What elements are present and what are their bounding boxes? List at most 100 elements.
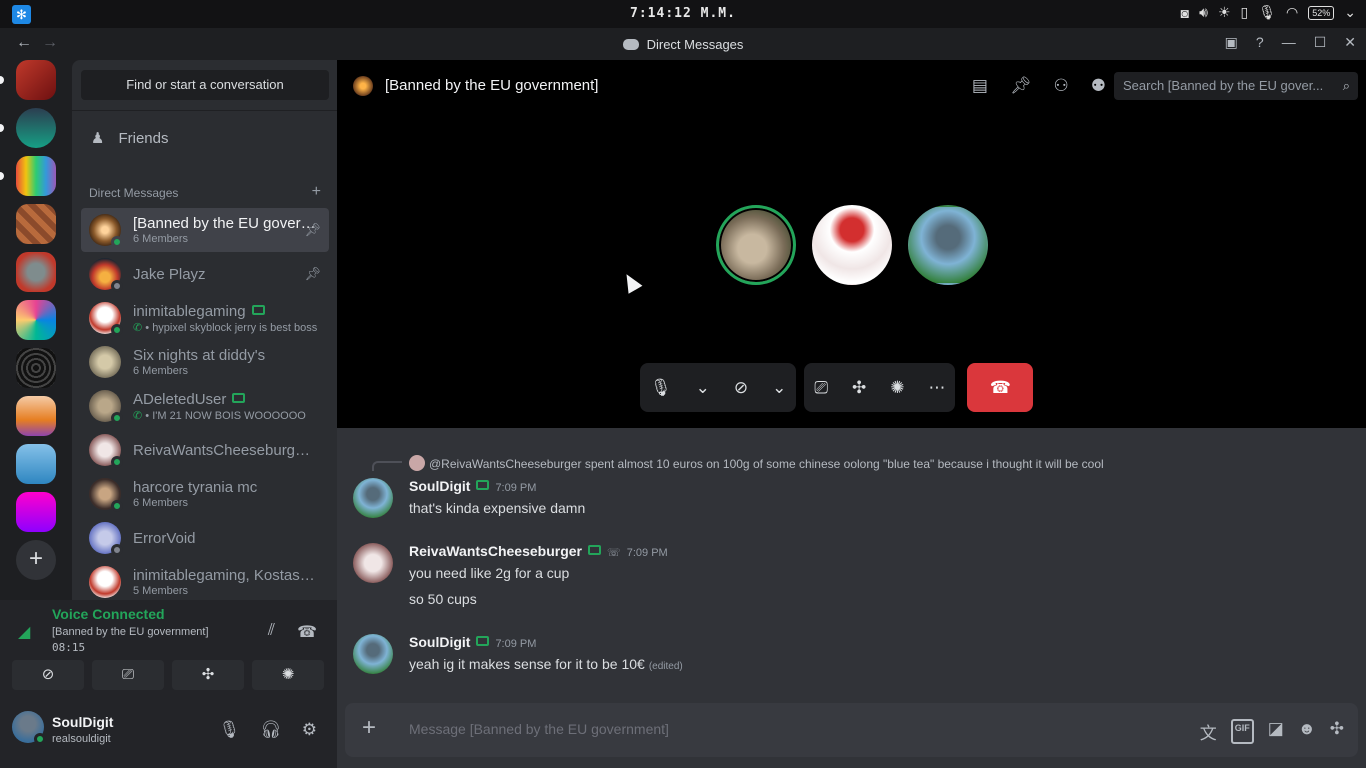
pinned-messages-icon[interactable]: 📌︎ <box>1010 76 1032 96</box>
dm-item-reivawantscheeseburger[interactable]: ReivaWantsCheeseburger <box>81 428 329 472</box>
reply-preview[interactable]: @ReivaWantsCheeseburger spent almost 10 … <box>409 455 1104 471</box>
dm-item-six-nights[interactable]: Six nights at diddy's 6 Members <box>81 340 329 384</box>
author-name[interactable]: SoulDigit <box>409 478 470 494</box>
translate-icon[interactable]: 文 <box>1200 719 1217 744</box>
close-button[interactable]: ✕ <box>1344 34 1356 51</box>
upload-plus-icon[interactable]: + <box>362 716 376 740</box>
discord-tray-icon[interactable]: ◙ <box>1181 5 1189 21</box>
camera-off-button[interactable]: ⊘ <box>12 660 84 690</box>
volume-icon[interactable]: 🔊︎ <box>1199 4 1208 21</box>
maximize-button[interactable]: ☐ <box>1314 34 1327 51</box>
reply-username[interactable]: @ReivaWantsCheeseburger <box>429 457 581 471</box>
server-icon[interactable] <box>16 204 56 244</box>
threads-icon[interactable]: ▤ <box>972 76 988 96</box>
screen-share-button[interactable]: ⎚ <box>92 660 164 690</box>
gif-button[interactable]: GIF <box>1230 719 1254 744</box>
message-avatar[interactable] <box>353 543 393 583</box>
channel-title[interactable]: [Banned by the EU government] <box>385 77 598 94</box>
battery-indicator[interactable]: 52% <box>1308 5 1335 20</box>
activities-icon[interactable]: ✣ <box>852 378 866 398</box>
find-conversation-button[interactable]: Find or start a conversation <box>81 70 329 100</box>
participant-avatar[interactable] <box>812 205 892 285</box>
message-avatar[interactable] <box>353 634 393 674</box>
inbox-icon[interactable]: ▣ <box>1225 34 1238 51</box>
chevron-down-icon[interactable]: ⌄ <box>696 378 710 398</box>
message-author: SoulDigit 7:09 PM <box>409 478 536 494</box>
dm-item-adeleteduser[interactable]: ADeletedUser ✆ • I'M 21 NOW BOIS WOOOOOO <box>81 384 329 428</box>
signal-icon[interactable]: ◢ <box>18 622 30 642</box>
soundboard-icon[interactable]: ✺ <box>890 378 904 398</box>
member-list-icon[interactable]: ⚉ <box>1091 76 1106 96</box>
participant-avatar[interactable] <box>908 205 988 285</box>
sticker-icon[interactable]: ◪ <box>1268 719 1284 744</box>
server-icon[interactable] <box>16 348 56 388</box>
hang-up-button[interactable]: ☎ <box>967 363 1034 412</box>
pin-icon[interactable]: 📌︎ <box>304 222 321 238</box>
mouse-cursor <box>619 270 643 294</box>
unread-indicator <box>0 76 4 84</box>
server-icon[interactable] <box>16 108 56 148</box>
server-icon[interactable] <box>16 492 56 532</box>
microphone-icon[interactable]: 🎙︎ <box>219 720 241 740</box>
message-input[interactable]: Message [Banned by the EU government] <box>409 721 669 737</box>
author-name[interactable]: SoulDigit <box>409 634 470 650</box>
camera-off-icon[interactable]: ⊘ <box>734 378 748 398</box>
microphone-tray-icon[interactable]: 🎙︎ <box>1258 4 1276 21</box>
help-icon[interactable]: ? <box>1256 34 1264 51</box>
dm-item-banned-group[interactable]: [Banned by the EU government]6 Members 📌… <box>81 208 329 252</box>
gear-icon[interactable]: ⚙ <box>302 720 317 740</box>
dm-item-group-kostas[interactable]: inimitablegaming, Kostas, … 5 Members <box>81 560 329 600</box>
chevron-down-icon[interactable]: ⌄ <box>772 378 786 398</box>
voice-channel-name[interactable]: [Banned by the EU government] <box>52 626 209 638</box>
soundboard-button[interactable]: ✺ <box>252 660 324 690</box>
unread-indicator <box>0 124 4 132</box>
voice-status[interactable]: Voice Connected <box>52 606 165 622</box>
chevron-down-icon[interactable]: ⌄ <box>1344 4 1356 21</box>
server-icon[interactable] <box>16 156 56 196</box>
wifi-icon[interactable]: ◠ <box>1286 4 1298 21</box>
pin-icon[interactable]: 📌︎ <box>304 266 321 282</box>
disconnect-icon[interactable]: ☎ <box>297 622 317 642</box>
minimize-button[interactable]: — <box>1282 34 1296 51</box>
navigation-arrows: ← → <box>16 34 58 52</box>
dm-item-harcore-tyrania[interactable]: harcore tyrania mc 6 Members <box>81 472 329 516</box>
streaming-icon <box>314 443 318 454</box>
server-icon[interactable] <box>16 60 56 100</box>
voice-side-controls: ⫽ ☎ <box>268 622 317 642</box>
app-launcher-icon[interactable]: ✻ <box>12 5 31 24</box>
add-friends-icon[interactable]: ⚇ <box>1054 76 1069 96</box>
user-avatar[interactable] <box>12 711 46 745</box>
server-icon[interactable] <box>16 300 56 340</box>
noise-suppression-icon[interactable]: ⫽ <box>268 622 275 642</box>
apps-icon[interactable]: ✣ <box>1330 719 1344 744</box>
message-avatar[interactable] <box>353 478 393 518</box>
window-titlebar: ← → Direct Messages ▣ ? — ☐ ✕ <box>0 28 1366 60</box>
microphone-icon[interactable]: 🎙︎ <box>650 378 672 398</box>
participant-avatar[interactable] <box>716 205 796 285</box>
server-icon[interactable] <box>16 252 56 292</box>
dm-item-inimitablegaming[interactable]: inimitablegaming ✆ • hypixel skyblock jer… <box>81 296 329 340</box>
user-display-name[interactable]: SoulDigit <box>52 714 113 730</box>
friends-nav-item[interactable]: ♟ Friends <box>81 122 329 154</box>
forward-arrow-icon[interactable]: → <box>42 34 58 51</box>
dm-item-jake-playz[interactable]: Jake Playz 📌︎ <box>81 252 329 296</box>
activities-button[interactable]: ✣ <box>172 660 244 690</box>
divider <box>72 110 337 111</box>
server-icon[interactable] <box>16 396 56 436</box>
add-server-button[interactable]: + <box>16 540 56 580</box>
bulb-icon[interactable]: ☀ <box>1218 4 1231 21</box>
search-input[interactable]: Search [Banned by the EU gover... ⌕ <box>1114 72 1358 100</box>
headphones-icon[interactable]: 🎧︎ <box>260 720 282 740</box>
emoji-icon[interactable]: ☻ <box>1298 719 1316 744</box>
server-icon[interactable] <box>16 444 56 484</box>
mouse-icon[interactable]: ▯ <box>1241 4 1249 21</box>
create-dm-icon[interactable]: + <box>312 184 321 200</box>
author-name[interactable]: ReivaWantsCheeseburger <box>409 543 582 559</box>
avatar <box>89 434 123 468</box>
dm-item-errorvoid[interactable]: ErrorVoid <box>81 516 329 560</box>
message-text: that's kinda expensive damn <box>409 500 586 516</box>
screen-share-icon[interactable]: ⎚ <box>814 378 828 398</box>
back-arrow-icon[interactable]: ← <box>16 34 32 51</box>
dm-header-label: Direct Messages <box>89 186 179 200</box>
more-options-icon[interactable]: ⋯ <box>928 378 945 398</box>
